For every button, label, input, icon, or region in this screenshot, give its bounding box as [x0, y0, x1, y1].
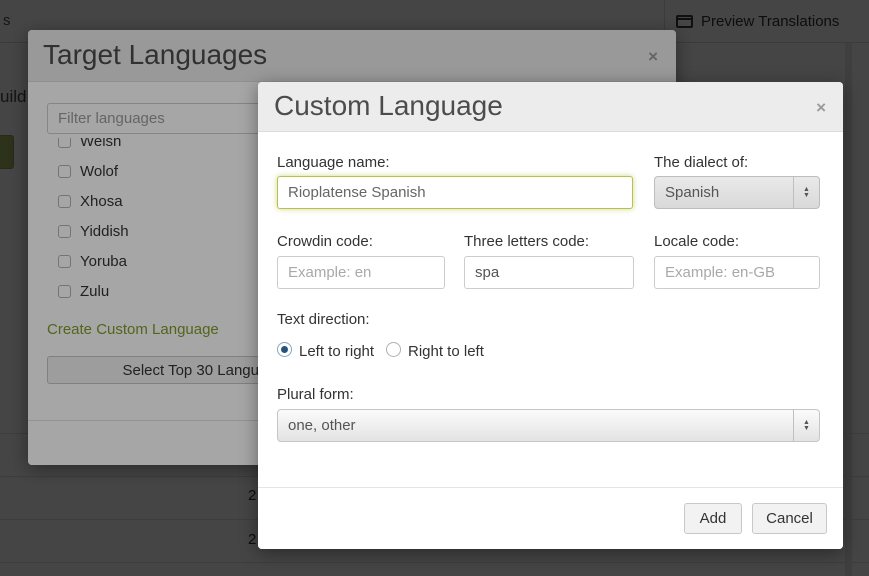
rtl-radio-label: Right to left: [408, 343, 484, 360]
locale-code-label: Locale code:: [654, 233, 739, 250]
three-letters-code-label: Three letters code:: [464, 233, 589, 250]
dialect-selected-value: Spanish: [655, 184, 793, 201]
crowdin-code-label: Crowdin code:: [277, 233, 373, 250]
text-direction-label: Text direction:: [277, 311, 370, 328]
plural-form-selected-value: one, other: [278, 417, 793, 434]
dialect-select[interactable]: Spanish ▲▼: [654, 176, 820, 209]
select-arrows-icon: ▲▼: [793, 410, 819, 441]
ltr-radio[interactable]: [277, 342, 292, 357]
custom-language-header: Custom Language ×: [258, 82, 843, 132]
custom-language-footer: Add Cancel: [258, 487, 843, 549]
custom-language-title: Custom Language: [274, 90, 503, 122]
plural-form-select[interactable]: one, other ▲▼: [277, 409, 820, 442]
screen: Preview Translations s uild 2 2 Target L…: [0, 0, 869, 576]
add-button[interactable]: Add: [684, 503, 742, 534]
language-name-input[interactable]: [277, 176, 633, 209]
plural-form-label: Plural form:: [277, 386, 354, 403]
ltr-radio-label: Left to right: [299, 343, 374, 360]
crowdin-code-input[interactable]: [277, 256, 445, 289]
custom-language-modal: Custom Language × Language name: The dia…: [258, 82, 843, 549]
locale-code-input[interactable]: [654, 256, 820, 289]
language-name-label: Language name:: [277, 154, 390, 171]
close-icon[interactable]: ×: [816, 99, 826, 116]
dialect-label: The dialect of:: [654, 154, 748, 171]
cancel-button[interactable]: Cancel: [752, 503, 827, 534]
three-letters-code-input[interactable]: [464, 256, 634, 289]
select-arrows-icon: ▲▼: [793, 177, 819, 208]
rtl-radio[interactable]: [386, 342, 401, 357]
